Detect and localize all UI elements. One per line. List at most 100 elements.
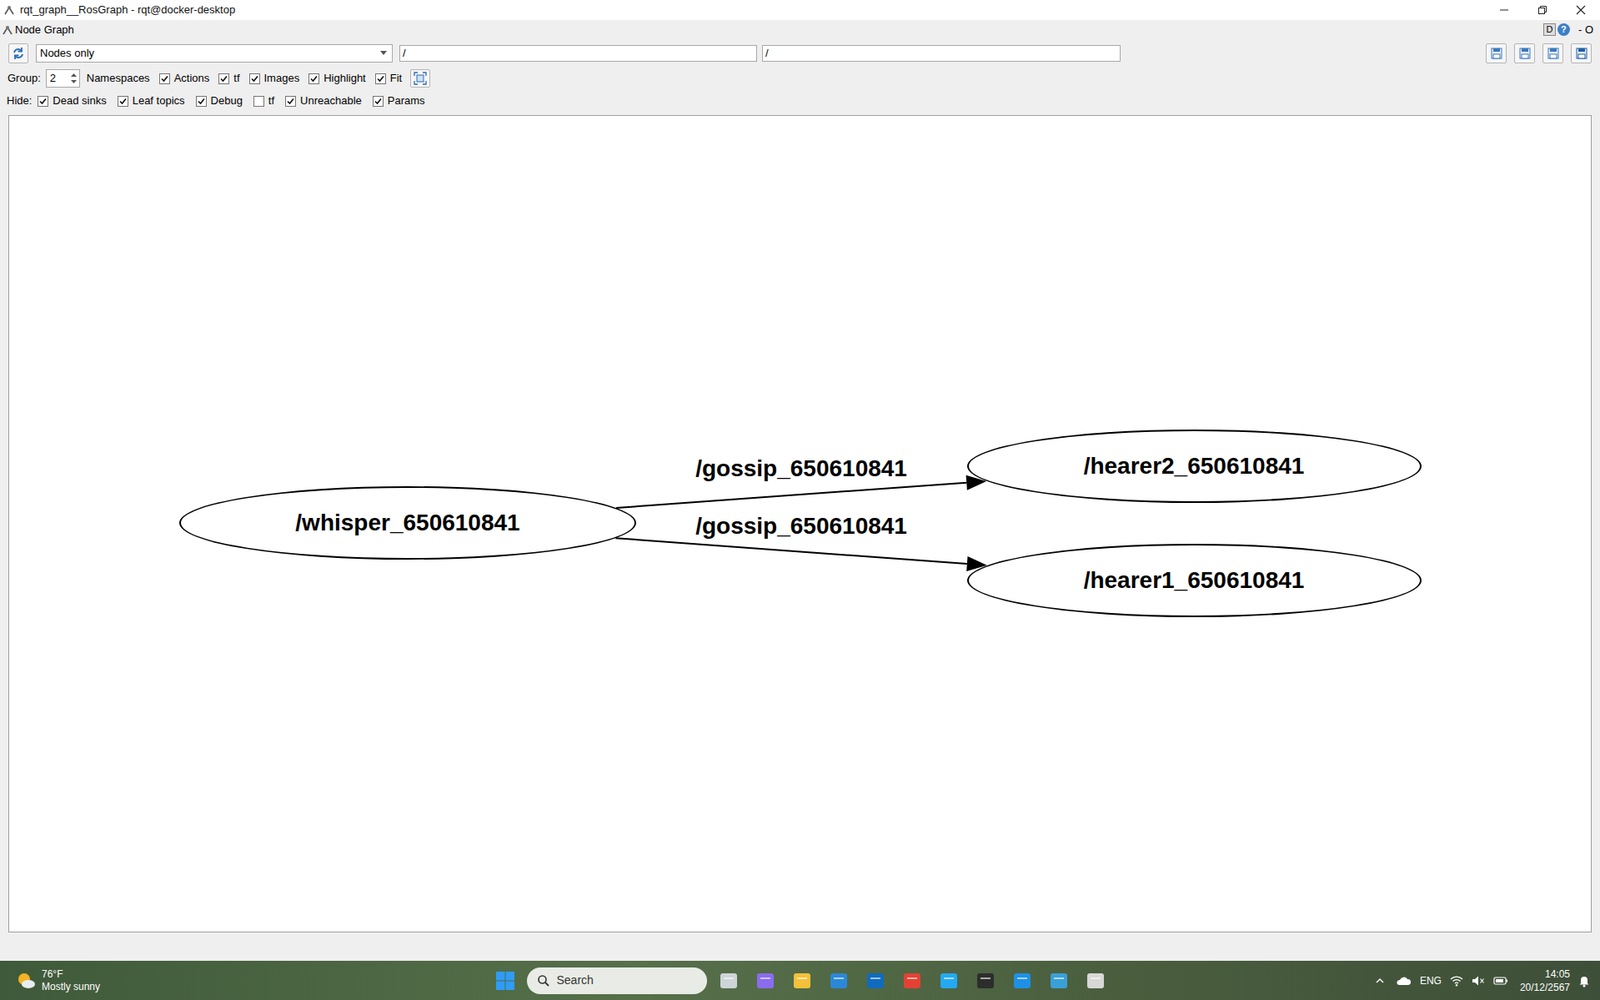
clock-time: 14:05 [1544,967,1570,981]
group-value: 2 [50,70,71,87]
battery-icon[interactable] [1493,973,1509,988]
notepad-icon[interactable] [1043,965,1074,996]
hide-checkbox[interactable]: Leaf topics [117,92,186,110]
option-checkbox[interactable]: tf [218,70,240,87]
vscode-icon[interactable] [933,965,964,996]
save-image-icon[interactable] [1570,43,1592,64]
docker-icon[interactable] [1007,965,1038,996]
hide-checkbox[interactable]: tf [253,92,275,110]
option-checkbox[interactable]: Actions [159,70,211,87]
mode-value: Nodes only [40,45,381,62]
plugin-controls[interactable]: - O [1578,21,1594,39]
hide-option-label: Params [387,92,426,110]
checkbox[interactable] [308,73,320,85]
copilot-icon[interactable] [750,965,781,996]
checkbox[interactable] [372,95,384,107]
taskbar-apps: Search [490,965,1111,996]
hide-option-label: tf [268,92,275,110]
hide-option-label: Debug [210,92,243,110]
close-icon[interactable] [1561,0,1600,21]
taskbar: 76°FMostly sunny Search ENG 14:0520/12/2567 [0,960,1600,1000]
hide-checkbox[interactable]: Debug [195,92,243,110]
weather-widget[interactable]: 76°FMostly sunny [0,968,491,994]
node-label: /hearer1_650610841 [1083,566,1305,594]
chrome-icon[interactable] [897,965,928,996]
clock-date: 20/12/2567 [1519,980,1570,994]
group-spinbox[interactable]: 2 [45,69,81,88]
save-svg-icon[interactable] [1542,43,1564,64]
option-checkbox[interactable]: Images [249,70,301,87]
plugin-button[interactable]: D [1543,23,1556,36]
plugin-buttons: D? - O [1543,21,1594,39]
checkbox[interactable] [253,95,265,107]
restore-icon[interactable] [1523,0,1562,21]
node-filter-field[interactable]: / [399,45,758,62]
edge-line[interactable] [616,482,967,508]
group-label: Group: [7,70,41,87]
minimize-icon[interactable] [1484,0,1524,21]
checkbox[interactable] [37,95,49,107]
plugin-icon [1,24,14,36]
plugin-title: Node Graph [15,21,75,39]
rqt-icon[interactable] [1080,965,1111,996]
weather-icon [15,969,37,992]
refresh-icon[interactable] [8,43,29,64]
checkbox[interactable] [159,73,171,85]
dropdown-arrow-icon [380,50,387,56]
weather-summary: Mostly sunny [41,980,101,994]
node-label: /hearer2_650610841 [1083,452,1305,480]
option-label: Fit [390,70,402,87]
arrowhead-icon [966,475,988,491]
hide-label: Hide: [6,92,32,110]
task-view-icon[interactable] [713,965,744,996]
wifi-icon[interactable] [1449,973,1464,988]
save-dot-icon[interactable] [1514,43,1535,64]
mode-dropdown[interactable]: Nodes only [35,44,393,63]
node-label: /whisper_650610841 [295,509,520,537]
speaker-muted-icon[interactable] [1471,973,1485,988]
checkbox[interactable] [195,95,207,107]
plugin-button[interactable]: ? [1557,23,1570,36]
taskbar-search[interactable]: Search [526,967,708,994]
checkbox[interactable] [249,73,261,85]
weather-temp: 76°F [41,968,101,981]
fit-view-icon[interactable] [410,69,431,88]
terminal-icon[interactable] [970,965,1001,996]
edge-label[interactable]: /gossip_650610841 [695,512,908,540]
graph-node[interactable]: /hearer2_650610841 [967,429,1422,503]
search-icon [536,973,551,988]
checkbox[interactable] [218,73,230,85]
option-checkbox[interactable]: Highlight [308,70,367,87]
toolbar: Nodes only // [0,42,1600,65]
window-title: rqt_graph__RosGraph - rqt@docker-desktop [20,1,236,19]
topic-filter-field[interactable]: / [762,45,1121,62]
checkbox[interactable] [117,95,129,107]
spin-arrows-icon[interactable] [70,71,80,86]
edge-line[interactable] [615,537,968,564]
option-checkbox[interactable]: Fit [375,70,402,87]
start-icon[interactable] [490,965,521,996]
file-explorer-icon[interactable] [787,965,818,996]
search-placeholder: Search [556,971,594,989]
graph-node[interactable]: /whisper_650610841 [179,486,637,560]
graph-canvas[interactable]: /gossip_650610841/gossip_650610841/whisp… [8,115,1592,933]
onedrive-icon[interactable] [1394,973,1412,988]
hide-option-label: Leaf topics [132,92,186,110]
clock[interactable]: 14:0520/12/2567 [1519,967,1570,994]
checkbox[interactable] [375,73,387,85]
checkbox[interactable] [285,95,296,107]
hide-checkbox[interactable]: Dead sinks [37,92,106,110]
store-icon[interactable] [823,965,854,996]
outlook-icon[interactable] [860,965,891,996]
hide-checkbox[interactable]: Params [372,92,426,110]
hide-checkbox[interactable]: Unreachable [285,92,362,110]
edge-label[interactable]: /gossip_650610841 [695,455,908,482]
option-label: tf [233,70,240,87]
language-indicator[interactable]: ENG [1419,973,1442,989]
load-dot-icon[interactable] [1485,43,1507,64]
graph-node[interactable]: /hearer1_650610841 [967,543,1422,617]
weather-text: 76°FMostly sunny [41,968,101,994]
option-label: Actions [174,70,211,87]
tray-chevron-icon[interactable] [1373,973,1387,988]
notification-bell-icon[interactable] [1578,973,1592,988]
